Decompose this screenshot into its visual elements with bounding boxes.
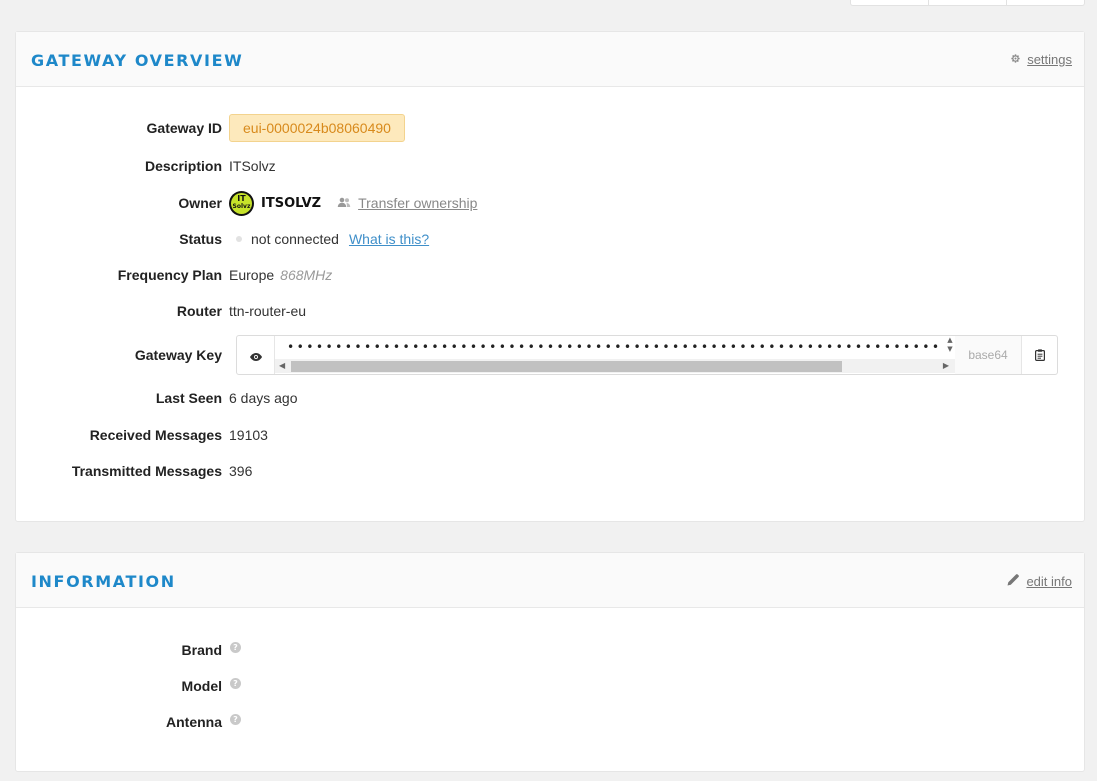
- status-row: Status not connected What is this?: [16, 228, 1084, 250]
- brand-label: Brand: [181, 642, 222, 658]
- overview-header: GATEWAY OVERVIEW settings: [16, 32, 1084, 87]
- top-tab-bar: [850, 0, 1085, 6]
- description-row: Description ITSolvz: [16, 155, 1084, 177]
- settings-label[interactable]: settings: [1027, 52, 1072, 67]
- gateway-overview-card: GATEWAY OVERVIEW settings Gateway ID eui…: [15, 31, 1085, 522]
- model-row: Model ?: [16, 675, 1084, 697]
- received-messages-row: Received Messages 19103: [16, 424, 1084, 446]
- edit-info-link[interactable]: edit info: [1007, 573, 1072, 589]
- antenna-row: Antenna ?: [16, 711, 1084, 733]
- owner-avatar[interactable]: IT Solvz: [229, 190, 254, 216]
- router-label: Router: [176, 303, 222, 319]
- avatar-text-solvz: Solvz: [232, 202, 251, 210]
- transmitted-messages-label: Transmitted Messages: [71, 463, 222, 479]
- gateway-key-masked: ••••••••••••••••••••••••••••••••••••••••…: [287, 340, 939, 354]
- last-seen-label: Last Seen: [155, 390, 222, 406]
- settings-link[interactable]: settings: [1010, 52, 1072, 67]
- model-help-icon[interactable]: ?: [230, 677, 241, 689]
- frequency-plan-row: Frequency Plan Europe 868MHz: [16, 264, 1084, 286]
- key-encoding-toggle[interactable]: base64: [955, 336, 1021, 374]
- information-header: INFORMATION edit info: [16, 553, 1084, 608]
- edit-info-label[interactable]: edit info: [1026, 574, 1072, 589]
- last-seen-row: Last Seen 6 days ago: [16, 387, 1084, 409]
- frequency-plan-label: Frequency Plan: [117, 267, 222, 283]
- model-label: Model: [181, 678, 222, 694]
- antenna-help-icon[interactable]: ?: [230, 713, 241, 725]
- description-label: Description: [144, 158, 222, 174]
- brand-help-icon[interactable]: ?: [230, 641, 241, 653]
- owner-label: Owner: [178, 195, 222, 211]
- clipboard-icon: [1034, 346, 1045, 365]
- scroll-right-icon[interactable]: ▶: [943, 361, 949, 370]
- owner-name[interactable]: ITSOLVZ: [261, 196, 321, 211]
- status-value: not connected: [251, 231, 339, 247]
- users-icon: [337, 195, 351, 211]
- copy-key-button[interactable]: [1021, 336, 1057, 374]
- scroll-left-icon[interactable]: ◀: [279, 361, 285, 370]
- received-messages-value: 19103: [229, 427, 268, 443]
- gateway-id-badge: eui-0000024b08060490: [229, 114, 405, 142]
- status-dot-icon: [236, 236, 242, 242]
- transmitted-messages-value: 396: [229, 463, 253, 479]
- horizontal-scrollbar[interactable]: ◀ ▶: [275, 359, 955, 373]
- router-row: Router ttn-router-eu: [16, 300, 1084, 322]
- frequency-band: 868MHz: [280, 267, 333, 283]
- antenna-label: Antenna: [166, 714, 222, 730]
- top-tab-2[interactable]: [929, 0, 1007, 5]
- top-tab-1[interactable]: [851, 0, 929, 5]
- gateway-id-row: Gateway ID eui-0000024b08060490: [16, 114, 1084, 142]
- brand-row: Brand ?: [16, 639, 1084, 661]
- what-is-this-link[interactable]: What is this?: [349, 231, 429, 247]
- transmitted-messages-row: Transmitted Messages 396: [16, 460, 1084, 482]
- information-title: INFORMATION: [31, 572, 176, 591]
- received-messages-label: Received Messages: [89, 427, 222, 443]
- owner-row: Owner IT Solvz ITSOLVZ Transfer ownership: [16, 190, 1084, 216]
- avatar-text-it: IT: [237, 193, 246, 203]
- information-card: INFORMATION edit info Brand ? Model ? An…: [15, 552, 1085, 772]
- show-key-button[interactable]: [237, 336, 275, 374]
- top-tab-3[interactable]: [1007, 0, 1084, 5]
- gear-icon: [1010, 52, 1021, 67]
- gateway-key-label: Gateway Key: [134, 347, 222, 363]
- status-label: Status: [179, 231, 222, 247]
- pencil-icon: [1007, 573, 1020, 589]
- transfer-ownership-link[interactable]: Transfer ownership: [358, 195, 477, 211]
- frequency-region: Europe: [229, 267, 275, 283]
- last-seen-value: 6 days ago: [229, 390, 298, 406]
- vertical-spin-icon[interactable]: ▲ ▼: [945, 336, 955, 356]
- scrollbar-thumb[interactable]: [291, 361, 842, 372]
- gateway-key-textarea[interactable]: ••••••••••••••••••••••••••••••••••••••••…: [275, 336, 955, 374]
- gateway-id-label: Gateway ID: [146, 120, 222, 136]
- router-value: ttn-router-eu: [229, 303, 307, 319]
- overview-title: GATEWAY OVERVIEW: [31, 51, 244, 70]
- description-value: ITSolvz: [229, 158, 276, 174]
- gateway-key-field: ••••••••••••••••••••••••••••••••••••••••…: [236, 335, 1058, 375]
- eye-icon: [249, 346, 262, 365]
